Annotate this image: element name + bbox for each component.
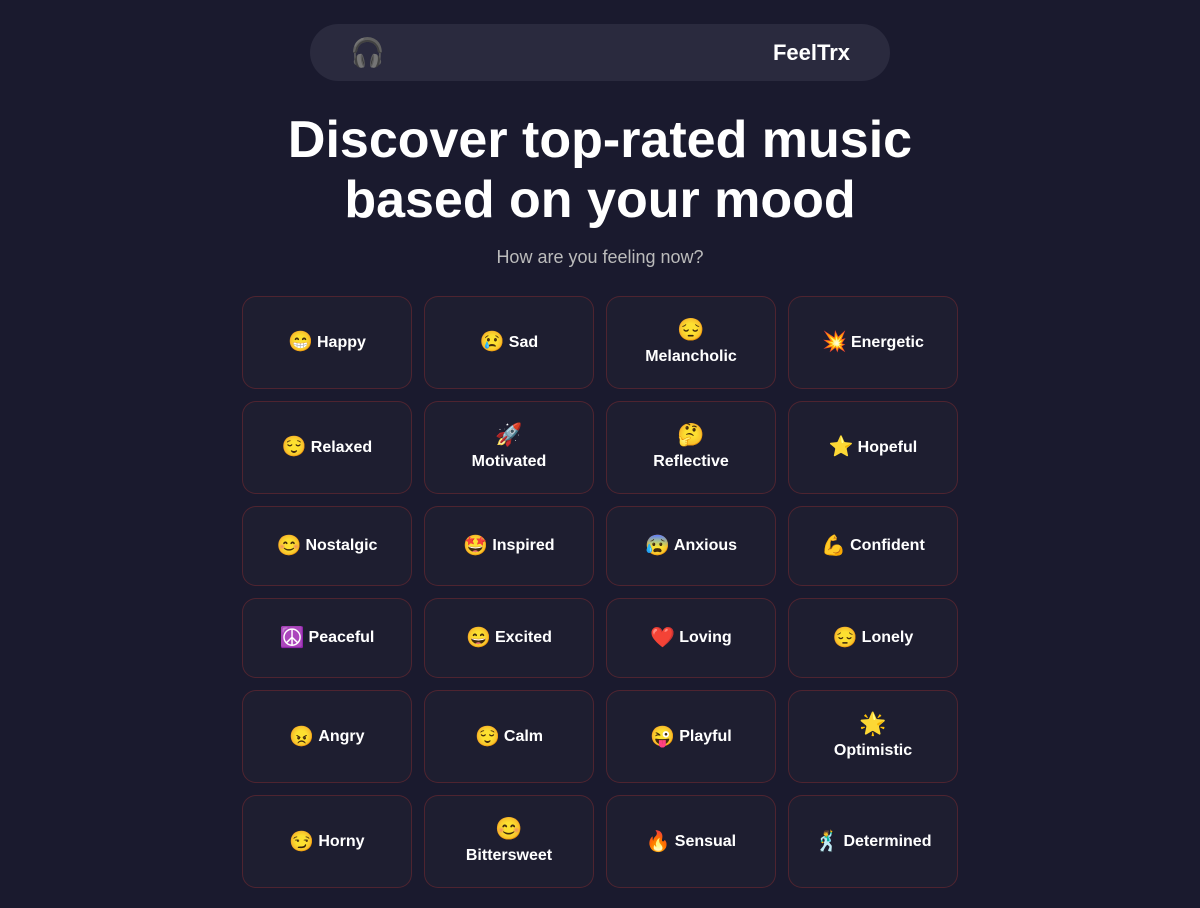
mood-button-reflective[interactable]: 🤔 Reflective <box>606 401 776 494</box>
mood-button-motivated[interactable]: 🚀 Motivated <box>424 401 594 494</box>
mood-emoji: 🤔 <box>677 424 704 446</box>
mood-emoji: 🕺 <box>815 832 840 852</box>
mood-button-nostalgic[interactable]: 😊 Nostalgic <box>242 506 412 586</box>
mood-label: Energetic <box>851 333 924 352</box>
mood-button-optimistic[interactable]: 🌟 Optimistic <box>788 690 958 783</box>
mood-label: Horny <box>318 832 364 851</box>
mood-emoji: ❤️ <box>650 628 675 648</box>
mood-emoji: 😢 <box>480 332 505 352</box>
mood-label: Loving <box>679 628 731 647</box>
mood-label: Calm <box>504 727 543 746</box>
hero-subtitle: How are you feeling now? <box>0 247 1200 268</box>
mood-label: Confident <box>850 536 925 555</box>
mood-button-sensual[interactable]: 🔥 Sensual <box>606 795 776 888</box>
mood-emoji: 😠 <box>289 727 314 747</box>
mood-button-inspired[interactable]: 🤩 Inspired <box>424 506 594 586</box>
mood-label: Melancholic <box>645 347 737 366</box>
mood-emoji: 😊 <box>277 536 302 556</box>
mood-label: Motivated <box>472 452 547 471</box>
mood-label: Relaxed <box>311 438 372 457</box>
mood-label: Reflective <box>653 452 729 471</box>
mood-button-calm[interactable]: 😌 Calm <box>424 690 594 783</box>
mood-emoji: ⭐ <box>829 437 854 457</box>
mood-label: Excited <box>495 628 552 647</box>
mood-button-angry[interactable]: 😠 Angry <box>242 690 412 783</box>
hero-section: Discover top-rated music based on your m… <box>0 101 1200 286</box>
mood-label: Peaceful <box>309 628 375 647</box>
mood-emoji: 😜 <box>650 727 675 747</box>
mood-button-lonely[interactable]: 😔 Lonely <box>788 598 958 678</box>
mood-emoji: 😔 <box>833 628 858 648</box>
header: 🎧 FeelTrx <box>0 0 1200 101</box>
mood-button-horny[interactable]: 😏 Horny <box>242 795 412 888</box>
mood-label: Nostalgic <box>305 536 377 555</box>
mood-emoji: 😌 <box>282 437 307 457</box>
mood-button-confident[interactable]: 💪 Confident <box>788 506 958 586</box>
page-title: Discover top-rated music based on your m… <box>250 111 950 231</box>
mood-emoji: 🔥 <box>646 832 671 852</box>
app-title: FeelTrx <box>773 40 850 66</box>
mood-emoji: 🌟 <box>859 713 886 735</box>
mood-button-bittersweet[interactable]: 😊 Bittersweet <box>424 795 594 888</box>
mood-label: Optimistic <box>834 741 912 760</box>
mood-label: Inspired <box>492 536 554 555</box>
mood-button-hopeful[interactable]: ⭐ Hopeful <box>788 401 958 494</box>
mood-emoji: 😰 <box>645 536 670 556</box>
mood-emoji: 😊 <box>495 818 522 840</box>
mood-label: Happy <box>317 333 366 352</box>
mood-grid: 😁 Happy 😢 Sad 😔 Melancholic 💥 Energetic … <box>0 286 1200 908</box>
mood-label: Sensual <box>675 832 736 851</box>
mood-button-relaxed[interactable]: 😌 Relaxed <box>242 401 412 494</box>
mood-emoji: 💪 <box>821 536 846 556</box>
mood-button-playful[interactable]: 😜 Playful <box>606 690 776 783</box>
mood-label: Lonely <box>862 628 914 647</box>
mood-button-melancholic[interactable]: 😔 Melancholic <box>606 296 776 389</box>
mood-emoji: 😄 <box>466 628 491 648</box>
mood-button-loving[interactable]: ❤️ Loving <box>606 598 776 678</box>
mood-button-energetic[interactable]: 💥 Energetic <box>788 296 958 389</box>
mood-emoji: 😏 <box>289 832 314 852</box>
mood-emoji: 🤩 <box>463 536 488 556</box>
logo-bar: 🎧 FeelTrx <box>310 24 890 81</box>
mood-label: Determined <box>843 832 931 851</box>
mood-label: Anxious <box>674 536 737 555</box>
mood-label: Sad <box>509 333 538 352</box>
mood-emoji: 😔 <box>677 319 704 341</box>
mood-label: Bittersweet <box>466 846 552 865</box>
mood-label: Angry <box>318 727 364 746</box>
mood-button-sad[interactable]: 😢 Sad <box>424 296 594 389</box>
mood-button-happy[interactable]: 😁 Happy <box>242 296 412 389</box>
mood-emoji: ☮️ <box>280 628 305 648</box>
mood-button-peaceful[interactable]: ☮️ Peaceful <box>242 598 412 678</box>
mood-button-determined[interactable]: 🕺 Determined <box>788 795 958 888</box>
mood-emoji: 💥 <box>822 332 847 352</box>
headphones-icon: 🎧 <box>350 36 385 69</box>
mood-button-excited[interactable]: 😄 Excited <box>424 598 594 678</box>
mood-label: Playful <box>679 727 731 746</box>
mood-emoji: 😁 <box>288 332 313 352</box>
mood-emoji: 🚀 <box>495 424 522 446</box>
mood-label: Hopeful <box>858 438 918 457</box>
mood-button-anxious[interactable]: 😰 Anxious <box>606 506 776 586</box>
mood-emoji: 😌 <box>475 727 500 747</box>
